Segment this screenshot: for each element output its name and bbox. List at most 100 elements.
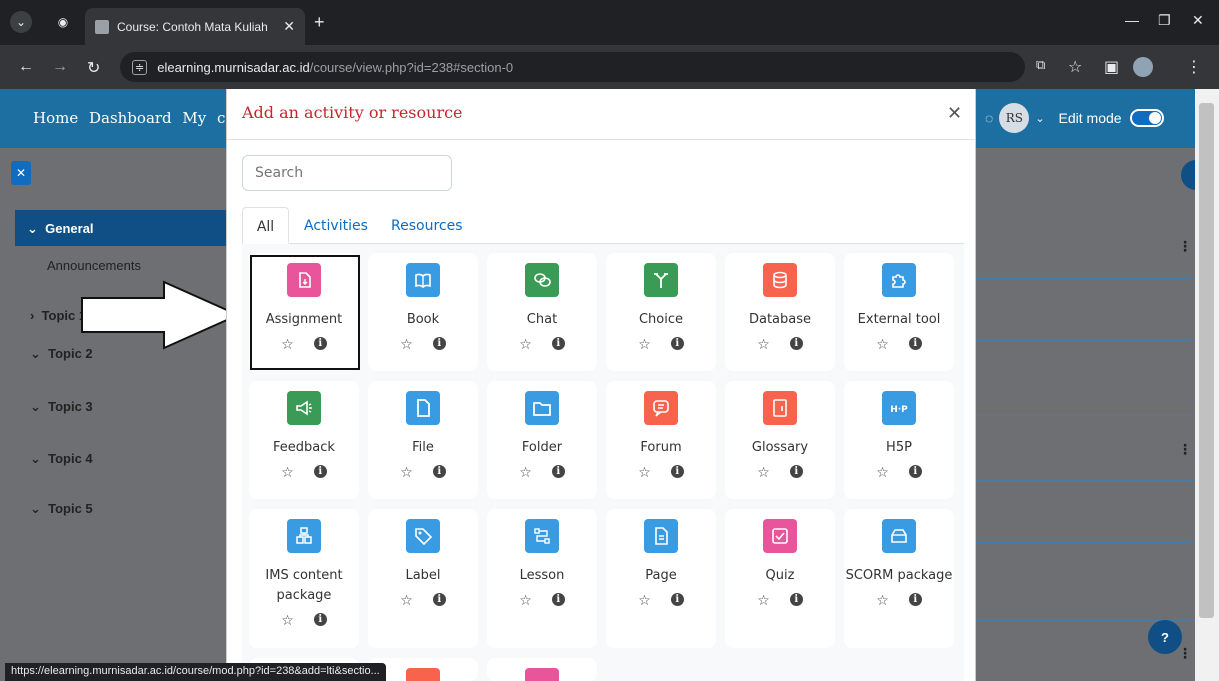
info-icon[interactable]: i: [551, 593, 565, 606]
activity-card-page[interactable]: Page ☆ i: [606, 509, 716, 648]
section-menu-icon[interactable]: ⋮: [1178, 645, 1192, 662]
info-icon[interactable]: i: [313, 465, 327, 478]
ims-package-icon: [287, 519, 321, 553]
activity-card-forum[interactable]: Forum ☆ i: [606, 381, 716, 499]
star-favourite-icon[interactable]: ☆: [638, 592, 651, 609]
star-favourite-icon[interactable]: ☆: [281, 464, 294, 481]
section-menu-icon[interactable]: ⋮: [1178, 238, 1192, 255]
info-icon[interactable]: i: [432, 465, 446, 478]
scrollbar-thumb[interactable]: [1199, 103, 1214, 618]
search-input[interactable]: [242, 155, 452, 191]
info-icon[interactable]: i: [789, 593, 803, 606]
tab-activities[interactable]: Activities: [304, 207, 368, 244]
address-bar[interactable]: ≑ elearning.murnisadar.ac.id/course/view…: [120, 52, 1025, 82]
back-icon[interactable]: ←: [18, 58, 34, 76]
sidebar-item-label: Topic 5: [48, 501, 93, 516]
activity-card-glossary[interactable]: Glossary ☆ i: [725, 381, 835, 499]
info-icon[interactable]: i: [670, 465, 684, 478]
tab-all[interactable]: All: [242, 207, 289, 244]
star-favourite-icon[interactable]: ☆: [519, 464, 532, 481]
info-icon[interactable]: i: [551, 337, 565, 350]
star-favourite-icon[interactable]: ☆: [757, 336, 770, 353]
user-avatar[interactable]: RS: [999, 103, 1030, 133]
activity-card-label[interactable]: Label ☆ i: [368, 509, 478, 648]
activity-card-folder[interactable]: Folder ☆ i: [487, 381, 597, 499]
tab-search-icon[interactable]: ⌄: [10, 11, 32, 33]
activity-card-choice[interactable]: Choice ☆ i: [606, 253, 716, 371]
file-icon: [406, 391, 440, 425]
activity-card-book[interactable]: Book ☆ i: [368, 253, 478, 371]
star-favourite-icon[interactable]: ☆: [876, 464, 889, 481]
activity-card-external-tool[interactable]: External tool ☆ i: [844, 253, 954, 371]
messages-icon[interactable]: ◌: [985, 110, 993, 126]
help-icon[interactable]: ?: [1148, 620, 1182, 654]
tab-close-icon[interactable]: ✕: [283, 18, 295, 35]
site-info-icon[interactable]: ≑: [132, 59, 148, 75]
activity-card-database[interactable]: Database ☆ i: [725, 253, 835, 371]
section-menu-icon[interactable]: ⋮: [1178, 441, 1192, 458]
star-favourite-icon[interactable]: ☆: [400, 592, 413, 609]
star-favourite-icon[interactable]: ☆: [281, 612, 294, 629]
translate-icon[interactable]: ⧉: [1036, 57, 1045, 73]
url-host: elearning.murnisadar.ac.id: [157, 59, 310, 75]
activity-card-ims-content-package[interactable]: IMS content package ☆ i: [249, 509, 359, 648]
tab-resources[interactable]: Resources: [391, 207, 463, 244]
star-favourite-icon[interactable]: ☆: [519, 592, 532, 609]
star-favourite-icon[interactable]: ☆: [757, 464, 770, 481]
edit-mode-label: Edit mode: [1058, 110, 1122, 126]
activity-card-feedback[interactable]: Feedback ☆ i: [249, 381, 359, 499]
star-favourite-icon[interactable]: ☆: [400, 336, 413, 353]
profile-avatar-icon[interactable]: [1133, 57, 1153, 77]
activity-card-quiz[interactable]: Quiz ☆ i: [725, 509, 835, 648]
sidebar-item-general[interactable]: ⌄ General: [15, 210, 235, 246]
star-favourite-icon[interactable]: ☆: [638, 464, 651, 481]
star-favourite-icon[interactable]: ☆: [757, 592, 770, 609]
info-icon[interactable]: i: [670, 337, 684, 350]
sidebar-item-announcements[interactable]: Announcements: [47, 258, 141, 273]
activity-card-h5p[interactable]: H·P H5P ☆ i: [844, 381, 954, 499]
primary-nav-links[interactable]: Home Dashboard My co: [33, 109, 234, 127]
modal-close-icon[interactable]: ✕: [947, 103, 962, 124]
bookmark-star-icon[interactable]: ☆: [1068, 57, 1082, 77]
new-tab-icon[interactable]: +: [314, 12, 325, 33]
info-icon[interactable]: i: [432, 337, 446, 350]
activity-card-scorm-package[interactable]: SCORM package ☆ i: [844, 509, 954, 648]
page-scrollbar[interactable]: [1195, 89, 1219, 681]
forward-icon[interactable]: →: [52, 58, 68, 76]
info-icon[interactable]: i: [313, 613, 327, 626]
info-icon[interactable]: i: [670, 593, 684, 606]
info-icon[interactable]: i: [789, 337, 803, 350]
browser-tab-strip: ⌄ ◉ Course: Contoh Mata Kuliah ✕ + — ❐ ✕: [0, 0, 1219, 45]
info-icon[interactable]: i: [908, 593, 922, 606]
reload-icon[interactable]: ↻: [87, 58, 100, 78]
info-icon[interactable]: i: [432, 593, 446, 606]
window-close-icon[interactable]: ✕: [1192, 12, 1204, 29]
minimize-icon[interactable]: —: [1125, 12, 1139, 28]
info-icon[interactable]: i: [908, 337, 922, 350]
chrome-menu-icon[interactable]: ⋮: [1186, 57, 1202, 77]
browser-tab[interactable]: Course: Contoh Mata Kuliah ✕: [85, 8, 305, 45]
star-favourite-icon[interactable]: ☆: [876, 336, 889, 353]
annotation-highlight-box: [250, 255, 360, 370]
star-favourite-icon[interactable]: ☆: [876, 592, 889, 609]
info-icon[interactable]: i: [789, 465, 803, 478]
restore-icon[interactable]: ❐: [1158, 12, 1171, 29]
side-panel-icon[interactable]: ▣: [1104, 57, 1119, 77]
info-icon[interactable]: i: [908, 465, 922, 478]
activity-card-partial[interactable]: [487, 658, 597, 681]
edit-mode-toggle[interactable]: [1129, 109, 1164, 127]
close-course-index-icon[interactable]: ✕: [11, 161, 31, 185]
chrome-logo-icon: ◉: [57, 15, 69, 29]
sidebar-item-topic-1[interactable]: › Topic 1: [30, 308, 86, 323]
info-icon[interactable]: i: [551, 465, 565, 478]
sidebar-item-topic-3[interactable]: ⌄ Topic 3: [30, 399, 93, 415]
star-favourite-icon[interactable]: ☆: [638, 336, 651, 353]
activity-card-chat[interactable]: Chat ☆ i: [487, 253, 597, 371]
star-favourite-icon[interactable]: ☆: [519, 336, 532, 353]
star-favourite-icon[interactable]: ☆: [400, 464, 413, 481]
activity-card-file[interactable]: File ☆ i: [368, 381, 478, 499]
activity-card-lesson[interactable]: Lesson ☆ i: [487, 509, 597, 648]
sidebar-item-topic-5[interactable]: ⌄ Topic 5: [30, 501, 93, 517]
sidebar-item-topic-4[interactable]: ⌄ Topic 4: [30, 451, 93, 467]
user-menu-chevron-icon[interactable]: ⌄: [1035, 112, 1044, 125]
